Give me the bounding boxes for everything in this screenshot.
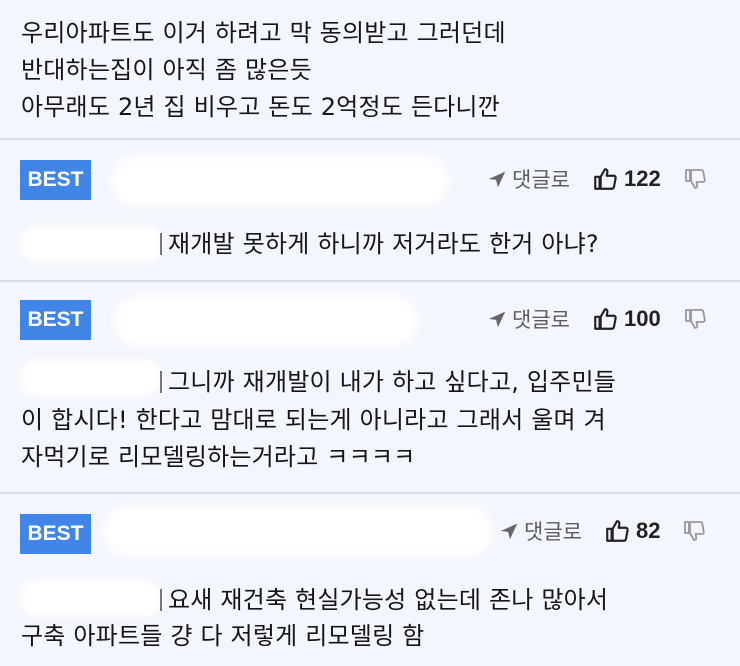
post-line: 반대하는집이 아직 좀 많은듯 — [21, 56, 312, 84]
like-count: 82 — [635, 518, 661, 543]
comment-text: 그니까 재개발이 내가 하고 싶다고, 입주민들 — [168, 368, 617, 396]
reply-button[interactable]: 댓글로 — [512, 164, 570, 194]
redacted-username — [122, 304, 410, 338]
comment: BEST 댓글로 100 그니까 재개발이 내가 하고 싶다고, 입주민들 이 … — [0, 282, 740, 492]
redacted-mention — [26, 366, 156, 390]
comment-text: 재개발 못하게 하니까 저거라도 한거 아냐? — [168, 230, 599, 258]
comment-line: 자먹기로 리모델링하는거라고 ㅋㅋㅋㅋ — [21, 443, 416, 471]
thumbs-up-icon[interactable] — [592, 306, 618, 332]
thumbs-down-icon[interactable] — [683, 167, 707, 191]
mention-separator — [160, 589, 162, 611]
comment-text: 요새 재건축 현실가능성 없는데 존나 많아서 — [168, 586, 609, 614]
best-badge: BEST — [20, 514, 91, 554]
comment-line: 그니까 재개발이 내가 하고 싶다고, 입주민들 — [160, 364, 616, 400]
redacted-username — [120, 164, 440, 198]
top-post: 우리아파트도 이거 하려고 막 동의받고 그러던데 반대하는집이 아직 좀 많은… — [0, 0, 740, 138]
comment-line: 재개발 못하게 하니까 저거라도 한거 아냐? — [160, 226, 599, 262]
post-line: 우리아파트도 이거 하려고 막 동의받고 그러던데 — [21, 19, 506, 47]
comment-line: 이 합시다! 한다고 맘대로 되는게 아니라고 그래서 울며 겨 — [21, 406, 606, 434]
comment-actions: 댓글로 100 — [486, 304, 707, 334]
reply-arrow-icon[interactable] — [486, 308, 508, 330]
redacted-mention — [26, 586, 156, 610]
mention-separator — [160, 233, 162, 255]
reply-arrow-icon[interactable] — [486, 168, 508, 190]
reply-arrow-icon[interactable] — [498, 520, 520, 542]
comment-line: 요새 재건축 현실가능성 없는데 존나 많아서 — [160, 582, 608, 618]
post-line: 아무래도 2년 집 비우고 돈도 2억정도 든다니깐 — [21, 93, 500, 121]
thumbs-up-icon[interactable] — [592, 166, 618, 192]
best-badge: BEST — [20, 300, 91, 340]
comment: BEST 댓글로 82 요새 재건축 현실가능성 없는데 존나 많아서 구축 아… — [0, 494, 740, 666]
like-count: 122 — [623, 166, 661, 191]
like-count: 100 — [623, 306, 661, 331]
comment: BEST 댓글로 122 재개발 못하게 하니까 저거라도 한거 아냐? — [0, 140, 740, 280]
comment-line: 구축 아파트들 걍 다 저렇게 리모델링 함 — [21, 622, 425, 650]
redacted-username — [112, 514, 484, 548]
best-badge: BEST — [20, 160, 91, 200]
reply-button[interactable]: 댓글로 — [512, 304, 570, 334]
reply-button[interactable]: 댓글로 — [524, 516, 582, 546]
comment-actions: 댓글로 82 — [498, 516, 706, 546]
comment-actions: 댓글로 122 — [486, 164, 707, 194]
mention-separator — [160, 371, 162, 393]
thumbs-down-icon[interactable] — [683, 307, 707, 331]
thumbs-down-icon[interactable] — [682, 519, 706, 543]
redacted-mention — [26, 232, 156, 256]
thumbs-up-icon[interactable] — [604, 518, 630, 544]
